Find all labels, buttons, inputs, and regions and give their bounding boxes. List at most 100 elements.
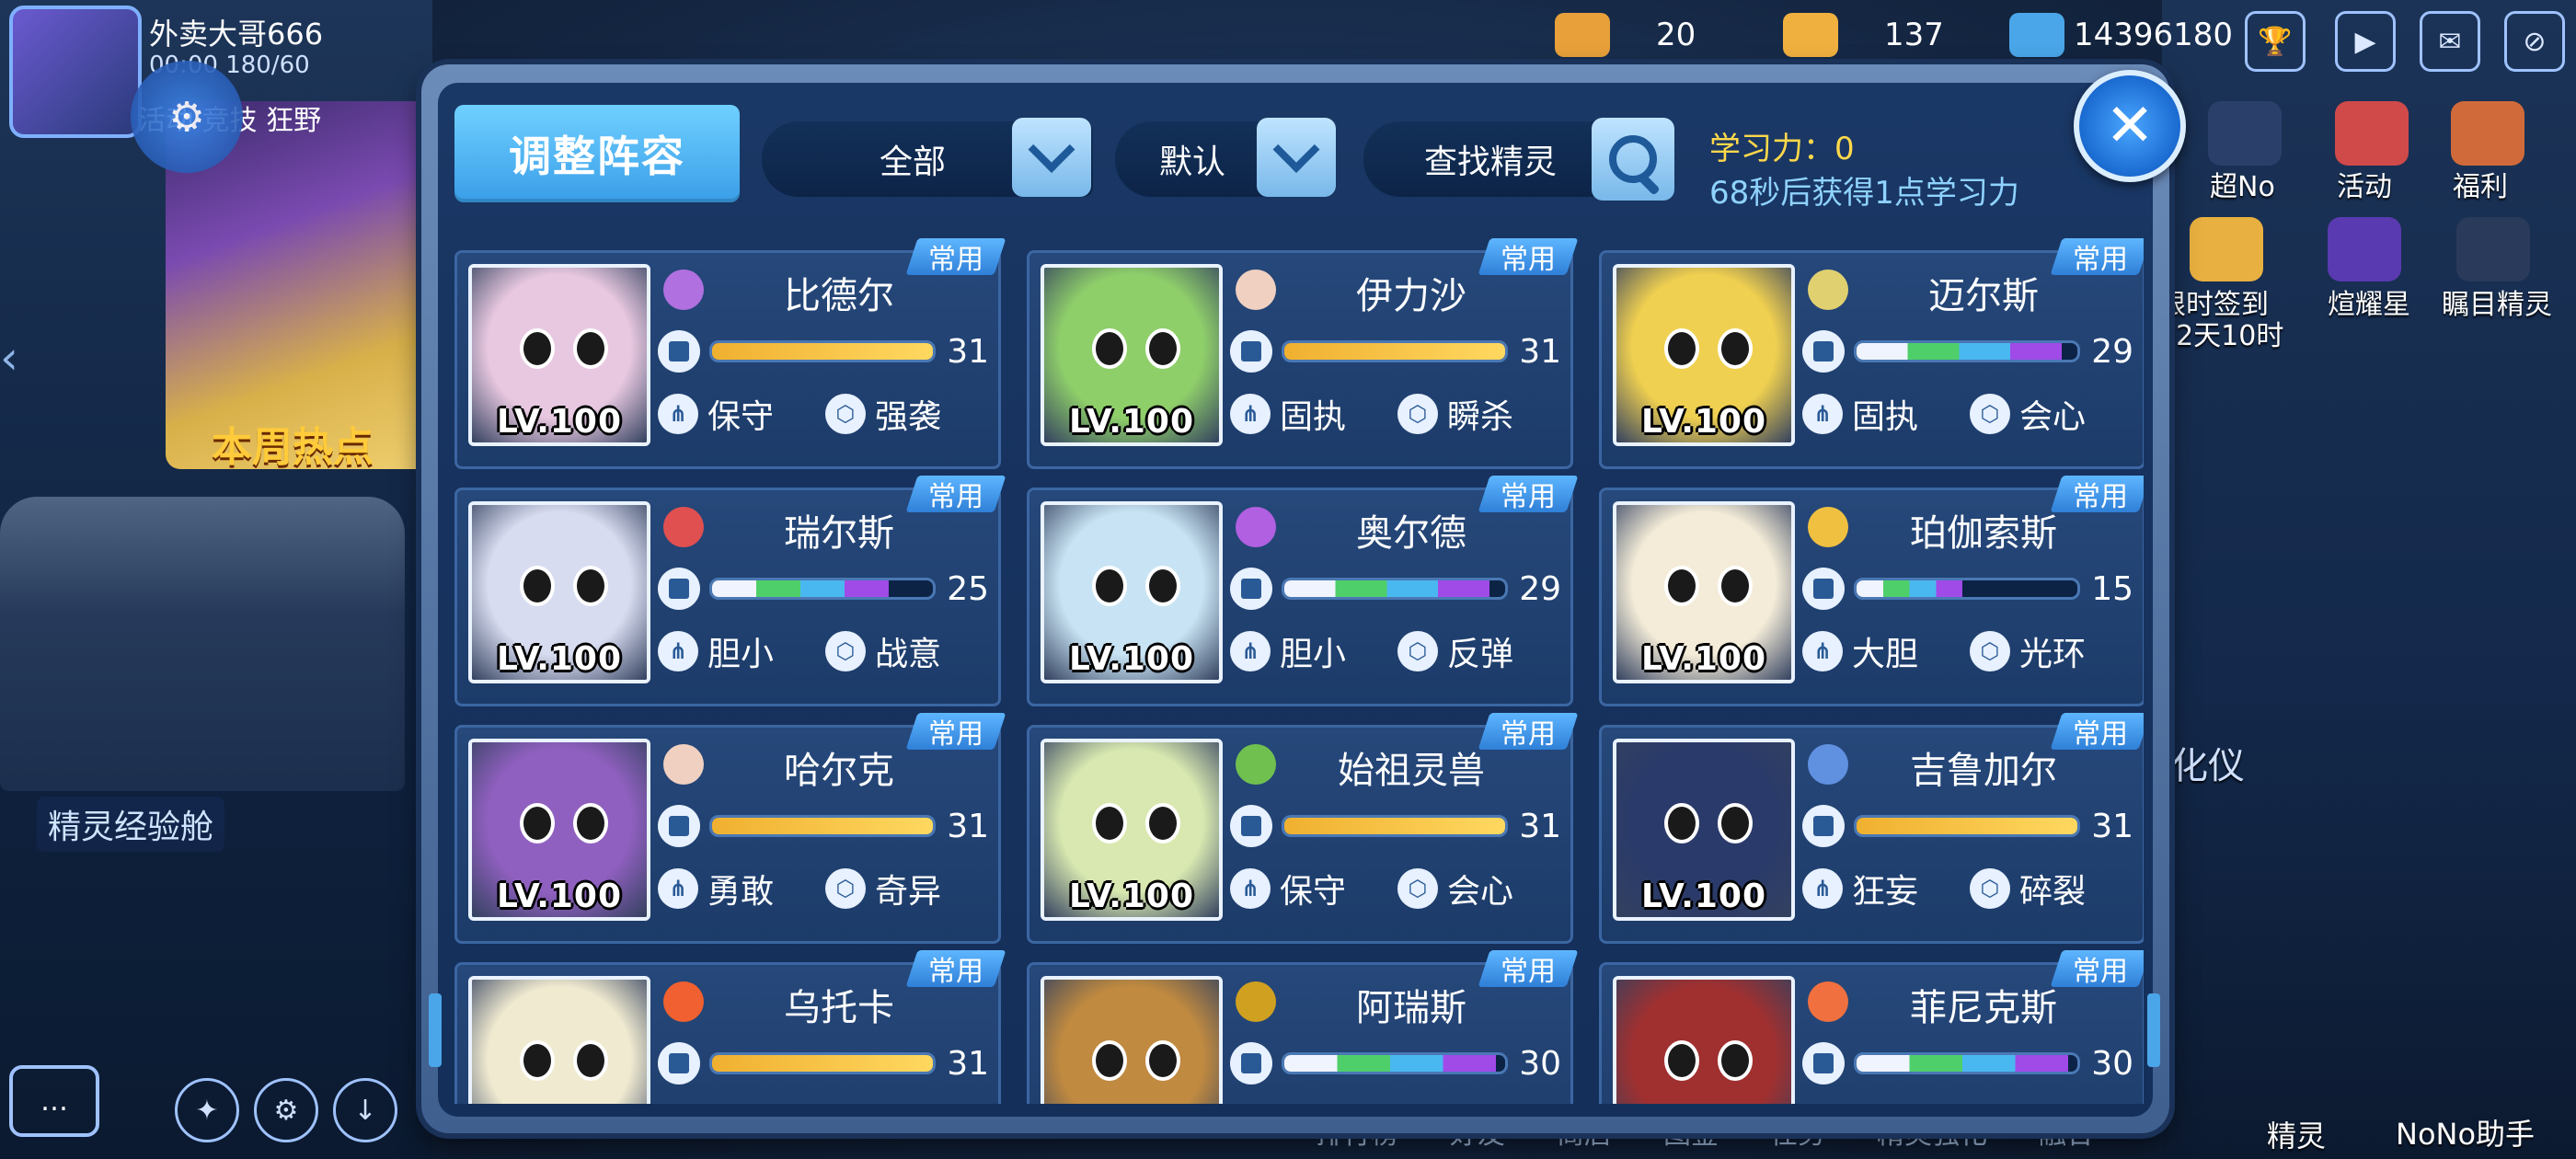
spirit-card[interactable]: 常用 LV.100 乌托卡 31 ⋔ ⬡ — [454, 950, 1006, 1104]
close-button[interactable]: ✕ — [2074, 70, 2186, 182]
exp-capsule-machine[interactable] — [0, 497, 405, 791]
iv-value: 31 — [2091, 807, 2133, 845]
iv-bar-fill — [1284, 1055, 1497, 1072]
search-button[interactable] — [1592, 118, 1674, 201]
download-icon[interactable]: ↓ — [333, 1078, 397, 1142]
spirit-portrait[interactable]: LV.100 — [468, 501, 650, 683]
nono-helper-label[interactable]: NoNo助手 — [2396, 1111, 2535, 1153]
hide-icon[interactable]: ⊘ — [2504, 11, 2565, 72]
trait-row: ⬡ 碎裂 — [1970, 866, 2086, 912]
iv-bar-fill — [1857, 343, 2063, 360]
activity-icon[interactable] — [2335, 101, 2409, 166]
player-name: 外卖大哥666 — [149, 17, 324, 52]
trophy-icon[interactable]: 🏆 — [2245, 11, 2306, 72]
trait-row: ⬡ 会心 — [1970, 391, 2086, 437]
iv-bar — [1854, 815, 2080, 837]
gift-icon[interactable] — [2451, 101, 2524, 166]
map-icon[interactable]: ✦ — [175, 1078, 239, 1142]
spirit-nav-label[interactable]: 精灵 — [2267, 1113, 2326, 1155]
spirit-eye — [1664, 566, 1699, 606]
spirit-portrait[interactable]: LV.100 — [1613, 501, 1795, 683]
iv-icon — [1802, 805, 1845, 847]
spirit-level: LV.100 — [1640, 878, 1767, 915]
iv-bar-fill — [1284, 343, 1505, 360]
mail-icon[interactable]: ✉ — [2420, 11, 2480, 72]
spirit-card[interactable]: 常用 LV.100 奥尔德 29 ⋔ 胆小 ⬡ 反弹 — [1027, 476, 1579, 706]
spirit-portrait[interactable]: LV.100 — [468, 976, 650, 1104]
search-spirit-label: 查找精灵 — [1424, 143, 1558, 181]
iv-bar-fill — [712, 818, 933, 834]
spirit-level: LV.100 — [1640, 640, 1767, 678]
spirit-portrait[interactable]: LV.100 — [1041, 501, 1223, 683]
spirit-card[interactable]: 常用 LV.100 瑞尔斯 25 ⋔ 胆小 ⬡ 战意 — [454, 476, 1006, 706]
signin-icon[interactable] — [2190, 217, 2263, 281]
settings-icon[interactable]: ⚙ — [254, 1078, 318, 1142]
iv-value: 30 — [2091, 1044, 2133, 1083]
element-icon — [1808, 270, 1848, 310]
iv-bar-fill — [712, 343, 933, 360]
trait-value: 光环 — [2019, 636, 2087, 673]
element-icon — [1808, 981, 1848, 1022]
spirit-level: LV.100 — [496, 878, 623, 915]
star-icon[interactable] — [2328, 217, 2401, 281]
spirit-card[interactable]: 常用 LV.100 比德尔 31 ⋔ 保守 ⬡ 强袭 — [454, 238, 1006, 469]
iv-bar-fill — [1284, 818, 1505, 834]
element-icon — [1808, 744, 1848, 785]
nature-value: 大胆 — [1852, 636, 1919, 673]
trait-value: 奇异 — [875, 873, 942, 911]
spirit-portrait[interactable]: LV.100 — [468, 264, 650, 446]
chevron-down-icon — [1272, 126, 1320, 173]
avatar[interactable] — [9, 6, 142, 138]
spirit-portrait[interactable]: LV.100 — [1041, 264, 1223, 446]
iv-bar-fill — [1857, 818, 2077, 834]
currency-2[interactable]: 137 — [1783, 13, 1944, 57]
spirit-card[interactable]: 常用 LV.100 始祖灵兽 31 ⋔ 保守 ⬡ 会心 — [1027, 713, 1579, 944]
element-icon — [663, 270, 704, 310]
filter-sort-value: 默认 — [1159, 143, 1226, 181]
filter-type-toggle[interactable] — [1012, 118, 1091, 197]
trait-row: ⬡ 战意 — [825, 628, 941, 674]
nono-icon[interactable] — [2208, 101, 2282, 166]
spirit-card[interactable]: 常用 LV.100 珀伽索斯 15 ⋔ 大胆 ⬡ 光环 — [1599, 476, 2144, 706]
spirit-portrait[interactable]: LV.100 — [468, 739, 650, 921]
spirit-card[interactable]: 常用 LV.100 哈尔克 31 ⋔ 勇敢 ⬡ 奇异 — [454, 713, 1006, 944]
currency-3[interactable]: 14396180 — [2009, 13, 2234, 57]
trait-icon: ⬡ — [825, 394, 866, 434]
spirit-card[interactable]: 常用 LV.100 吉鲁加尔 31 ⋔ 狂妄 ⬡ 碎裂 — [1599, 713, 2144, 944]
iv-row: 31 — [658, 328, 989, 374]
spotlight-icon[interactable] — [2456, 217, 2530, 281]
filter-sort-toggle[interactable] — [1257, 118, 1336, 197]
spirit-portrait[interactable]: LV.100 — [1613, 264, 1795, 446]
iv-icon — [658, 330, 700, 373]
activity-label: 活动 — [2337, 171, 2392, 203]
trait-icon: ⬡ — [1970, 631, 2010, 671]
spirit-portrait[interactable]: LV.100 — [1613, 739, 1795, 921]
spirit-card[interactable]: 常用 LV.100 伊力沙 31 ⋔ 固执 ⬡ 瞬杀 — [1027, 238, 1579, 469]
chevron-left-icon[interactable]: ‹ — [0, 331, 37, 405]
spirit-card[interactable]: 常用 LV.100 菲尼克斯 30 ⋔ ⬡ — [1599, 950, 2144, 1104]
currency-1-icon — [1555, 13, 1610, 57]
spirit-portrait[interactable]: LV.100 — [1041, 739, 1223, 921]
spirit-card[interactable]: 常用 LV.100 阿瑞斯 30 ⋔ ⬡ — [1027, 950, 1579, 1104]
spirit-eye — [1664, 1040, 1699, 1081]
trait-value: 战意 — [875, 636, 942, 673]
chat-button[interactable]: … — [9, 1065, 99, 1137]
spirit-eye — [1718, 1040, 1753, 1081]
play-icon[interactable]: ▶ — [2335, 11, 2396, 72]
iv-value: 31 — [947, 807, 989, 845]
spirit-portrait[interactable]: LV.100 — [1613, 976, 1795, 1104]
settings-button[interactable]: ⚙ — [131, 61, 243, 173]
spirit-eye — [1092, 328, 1127, 369]
spirit-level: LV.100 — [1068, 640, 1195, 678]
currency-1[interactable]: 20 — [1555, 13, 1696, 57]
spirit-card[interactable]: 常用 LV.100 迈尔斯 29 ⋔ 固执 ⬡ 会心 — [1599, 238, 2144, 469]
currency-3-value: 14396180 — [2074, 17, 2234, 53]
chevron-down-icon — [1028, 126, 1075, 173]
tab-adjust-lineup[interactable]: 调整阵容 — [454, 105, 740, 202]
iv-bar — [709, 578, 936, 600]
nature-icon: ⋔ — [658, 631, 698, 671]
trait-icon: ⬡ — [1970, 394, 2010, 434]
spirit-portrait[interactable]: LV.100 — [1041, 976, 1223, 1104]
nature-value: 狂妄 — [1852, 873, 1919, 911]
iv-icon — [1802, 330, 1845, 373]
